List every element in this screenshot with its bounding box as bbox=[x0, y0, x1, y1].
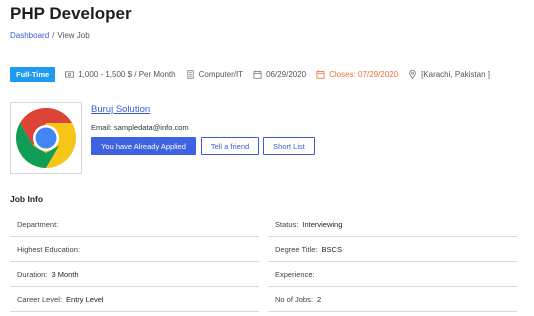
info-value: Interviewing bbox=[302, 219, 343, 229]
location-text: [Karachi, Pakistan ] bbox=[421, 69, 490, 79]
chrome-logo-icon bbox=[16, 108, 76, 168]
breadcrumb-current: View Job bbox=[57, 31, 90, 40]
breadcrumb: Dashboard / View Job bbox=[10, 31, 90, 40]
salary-item: 1,000 - 1,500 $ / Per Month bbox=[65, 69, 176, 79]
info-value: 2 bbox=[316, 294, 322, 304]
already-applied-button[interactable]: You have Already Applied bbox=[91, 137, 196, 155]
posted-date-item: 06/29/2020 bbox=[253, 70, 306, 79]
building-icon bbox=[187, 69, 194, 79]
company-name-link[interactable]: Buruj Solution bbox=[91, 104, 150, 115]
closing-date-text: Closes: 07/29/2020 bbox=[329, 69, 399, 79]
map-pin-icon bbox=[409, 69, 416, 79]
job-info-row: Highest Education: bbox=[10, 237, 259, 262]
job-info-row: Degree Title: BSCS bbox=[268, 237, 517, 262]
info-label: Department: bbox=[17, 219, 59, 229]
job-info-row: Department: bbox=[10, 212, 259, 237]
posted-date-text: 06/29/2020 bbox=[266, 69, 307, 79]
info-label: Career Level: bbox=[17, 294, 63, 304]
page-title: PHP Developer bbox=[10, 4, 132, 23]
company-email: Email: sampledata@info.com bbox=[91, 123, 189, 132]
info-label: Duration: bbox=[17, 269, 48, 279]
closing-date-item: Closes: 07/29/2020 bbox=[316, 70, 398, 79]
info-label: Experience: bbox=[275, 269, 315, 279]
money-icon bbox=[65, 70, 75, 78]
category-text: Computer/IT bbox=[198, 69, 244, 79]
info-label: Highest Education: bbox=[17, 244, 80, 254]
job-info-row: No of Jobs: 2 bbox=[268, 287, 517, 312]
info-value: 3 Month bbox=[51, 269, 79, 279]
salary-text: 1,000 - 1,500 $ / Per Month bbox=[78, 69, 176, 79]
info-label: Degree Title: bbox=[275, 244, 318, 254]
job-type-badge: Full-Time bbox=[10, 66, 56, 82]
tell-a-friend-button[interactable]: Tell a friend bbox=[201, 137, 259, 155]
job-info-heading: Job Info bbox=[10, 194, 44, 204]
location-item: [Karachi, Pakistan ] bbox=[408, 70, 490, 79]
category-item: Computer/IT bbox=[186, 70, 243, 79]
short-list-button[interactable]: Short List bbox=[263, 137, 315, 155]
info-label: No of Jobs: bbox=[275, 294, 313, 304]
job-info-row: Experience: bbox=[268, 262, 517, 287]
job-info-row: Career Level: Entry Level bbox=[10, 287, 259, 312]
job-meta-bar: Full-Time 1,000 - 1,500 $ / Per Month Co… bbox=[10, 66, 500, 82]
job-info-row: Duration: 3 Month bbox=[10, 262, 259, 287]
company-logo bbox=[10, 102, 82, 174]
calendar-icon bbox=[253, 70, 262, 79]
info-value: Entry Level bbox=[66, 294, 104, 304]
info-label: Status: bbox=[275, 219, 299, 229]
breadcrumb-separator: / bbox=[52, 31, 55, 40]
calendar-icon bbox=[316, 70, 325, 79]
breadcrumb-dashboard-link[interactable]: Dashboard bbox=[10, 31, 49, 40]
job-info-row: Status: Interviewing bbox=[268, 212, 517, 237]
info-value: BSCS bbox=[321, 244, 342, 254]
